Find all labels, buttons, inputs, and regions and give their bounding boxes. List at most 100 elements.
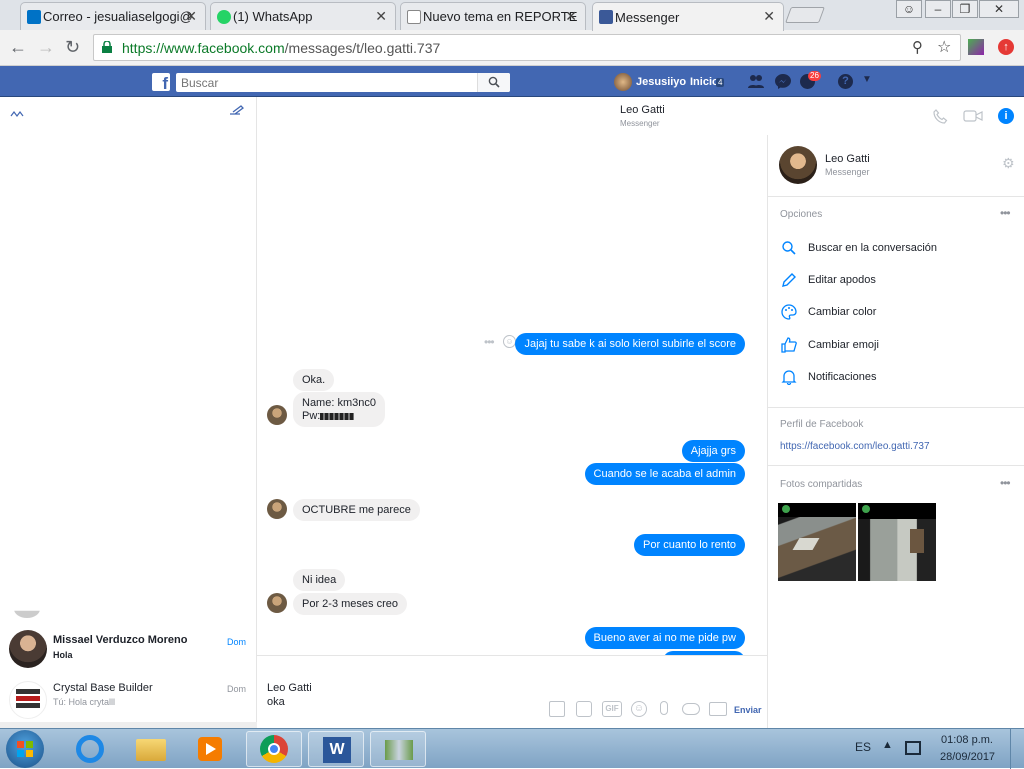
thread-list: Missael Verduzco Moreno Hola Dom Crystal… (0, 97, 257, 728)
avatar (267, 499, 287, 519)
option-label: Editar apodos (808, 274, 876, 286)
tray-chevron-icon[interactable]: ▲ (882, 739, 893, 751)
home-link[interactable]: Inicio (690, 76, 719, 88)
tab-outlook[interactable]: Correo - jesualiaselgogi@ ✕ (20, 2, 206, 30)
address-bar[interactable]: https://www.facebook.com/messages/t/leo.… (93, 34, 961, 61)
forward-icon[interactable]: → (37, 37, 55, 58)
avatar[interactable] (614, 73, 632, 91)
clock-date[interactable]: 28/09/2017 (940, 751, 995, 763)
microphone-icon[interactable] (660, 701, 668, 715)
thread-item[interactable]: Missael Verduzco Moreno Hola Dom (0, 623, 257, 675)
settings-icon[interactable] (10, 106, 24, 117)
sticker-icon[interactable] (576, 701, 592, 717)
avatar (267, 593, 287, 613)
more-options-icon[interactable]: ••• (1000, 476, 1011, 490)
user-icon[interactable]: ☺ (896, 0, 922, 18)
facebook-top-bar: f Jesusiiyo Inicio 4 26 ? ▼ (0, 66, 1024, 97)
new-tab-button[interactable] (785, 7, 825, 23)
emoji-icon[interactable]: ☺ (631, 701, 647, 717)
tab-title: Nuevo tema en REPORTE (423, 9, 578, 24)
close-icon[interactable]: ✕ (375, 8, 387, 25)
update-icon[interactable]: ↑ (998, 39, 1014, 55)
option-label: Cambiar color (808, 306, 877, 318)
message-bubble[interactable]: Ni idea (293, 569, 346, 591)
message-line: Name: km3nc0 (302, 397, 376, 409)
send-button[interactable]: Enviar (734, 705, 762, 715)
word-icon[interactable]: W (308, 731, 364, 767)
message-bubble[interactable]: Bueno aver ai no me pide pw (584, 627, 745, 649)
more-options-icon[interactable]: ••• (484, 335, 495, 349)
chrome-icon[interactable] (246, 731, 302, 767)
option-color[interactable]: Cambiar color (768, 299, 1024, 327)
app-icon[interactable] (370, 731, 426, 767)
back-icon[interactable]: ← (9, 37, 27, 58)
divider (768, 407, 1024, 408)
thread-preview: Hola (53, 650, 73, 660)
message-bubble[interactable]: Ajajja grs (681, 440, 745, 462)
option-search[interactable]: Buscar en la conversación (768, 235, 1024, 263)
emoji-reaction-icon[interactable]: ☺ (503, 335, 516, 348)
messenger-icon[interactable] (775, 74, 791, 89)
camera-icon[interactable] (709, 702, 727, 716)
thumbs-up-icon (781, 337, 797, 353)
tab-whatsapp[interactable]: (1) WhatsApp ✕ (210, 2, 396, 30)
info-icon[interactable]: i (998, 108, 1014, 124)
close-icon[interactable]: ✕ (565, 8, 577, 25)
message-bubble[interactable]: Por cuanto lo rento (634, 534, 745, 556)
minimize-button[interactable]: – (925, 0, 951, 18)
language-indicator[interactable]: ES (855, 740, 871, 754)
video-call-icon[interactable] (963, 110, 983, 122)
divider (768, 196, 1024, 197)
tab-reporte[interactable]: Nuevo tema en REPORTE ✕ (400, 2, 586, 30)
contact-name: Leo Gatti (620, 104, 665, 116)
star-icon[interactable]: ☆ (937, 37, 951, 57)
facebook-logo-icon[interactable]: f (152, 73, 170, 91)
notifications-badge: 26 (808, 71, 821, 81)
help-icon[interactable]: ? (838, 74, 853, 89)
message-bubble[interactable]: Oka. (293, 369, 335, 391)
thread-item[interactable]: Crystal Base Builder Tú: Hola crytalll D… (0, 675, 257, 727)
option-notifications[interactable]: Notificaciones (768, 364, 1024, 392)
search-button[interactable] (477, 73, 510, 92)
friend-requests-icon[interactable] (748, 74, 764, 88)
internet-explorer-icon[interactable] (62, 731, 118, 767)
option-emoji[interactable]: Cambiar emoji (768, 332, 1024, 360)
gear-icon[interactable]: ⚙ (1002, 155, 1015, 172)
zoom-icon[interactable]: ⚲ (912, 38, 923, 56)
chevron-down-icon[interactable]: ▼ (862, 74, 872, 85)
divider (768, 465, 1024, 466)
image-icon[interactable] (549, 701, 565, 717)
option-nicknames[interactable]: Editar apodos (768, 267, 1024, 295)
message-bubble[interactable]: OCTUBRE me parece (293, 499, 420, 521)
search-input[interactable] (176, 73, 510, 92)
restore-button[interactable]: ❐ (952, 0, 978, 18)
more-options-icon[interactable]: ••• (1000, 206, 1011, 220)
close-window-button[interactable]: ✕ (979, 0, 1019, 18)
gif-icon[interactable]: GIF (602, 701, 622, 717)
close-icon[interactable]: ✕ (185, 8, 197, 25)
extension-icon[interactable] (968, 39, 984, 55)
message-bubble[interactable]: Jajaj tu sabe k ai solo kierol subirle e… (515, 333, 745, 355)
message-bubble[interactable]: Por 2-3 meses creo (293, 593, 407, 615)
url-text: https://www.facebook.com/messages/t/leo.… (122, 40, 441, 56)
network-icon[interactable] (905, 741, 921, 755)
clock-time[interactable]: 01:08 p.m. (941, 734, 993, 746)
tab-messenger[interactable]: Messenger ✕ (592, 2, 784, 31)
game-icon[interactable] (682, 703, 700, 715)
close-icon[interactable]: ✕ (763, 8, 775, 25)
profile-link[interactable]: Jesusiiyo (636, 76, 686, 88)
shared-photo[interactable] (778, 503, 856, 581)
file-explorer-icon[interactable] (122, 731, 178, 767)
shared-photo[interactable] (858, 503, 936, 581)
compose-icon[interactable] (229, 104, 245, 115)
show-desktop-button[interactable] (1010, 729, 1024, 769)
start-button[interactable] (6, 730, 44, 768)
message-bubble[interactable]: Cuando se le acaba el admin (584, 463, 745, 485)
media-player-icon[interactable] (182, 731, 238, 767)
message-input[interactable]: oka (267, 696, 285, 708)
phone-icon[interactable] (933, 109, 948, 124)
message-bubble[interactable]: Name: km3nc0 Pw: (293, 392, 385, 427)
profile-link[interactable]: https://facebook.com/leo.gatti.737 (780, 441, 930, 452)
reload-icon[interactable]: ↻ (65, 37, 80, 58)
search-icon (782, 241, 796, 255)
